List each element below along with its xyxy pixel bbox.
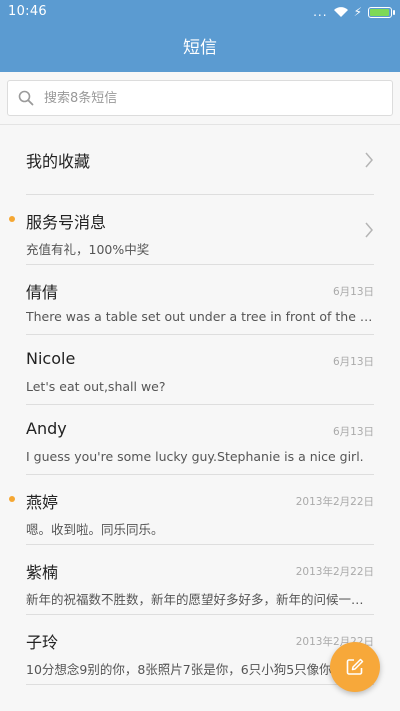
search-box[interactable] <box>7 80 393 116</box>
message-date: 6月13日 <box>332 426 374 438</box>
favorites-row[interactable]: 我的收藏 <box>0 125 400 195</box>
charging-bolt-icon: ⚡ <box>353 5 362 19</box>
wifi-icon <box>333 7 348 17</box>
status-bar: 10:46 ... ⚡ <box>0 0 400 24</box>
service-name: 服务号消息 <box>26 213 107 232</box>
compose-icon <box>346 658 364 675</box>
battery-icon <box>368 6 395 18</box>
unread-dot <box>9 496 15 502</box>
message-preview: There was a table set out under a tree i… <box>26 309 374 324</box>
favorites-label: 我的收藏 <box>26 152 91 171</box>
conversation-item[interactable]: Andy 6月13日 I guess you're some lucky guy.S… <box>0 405 400 475</box>
chevron-right-icon <box>365 222 373 238</box>
message-preview: 嗯。收到啦。同乐同乐。 <box>26 522 164 537</box>
conversation-list: 我的收藏 服务号消息 充值有礼，100%中奖 倩倩 6月13日 There was … <box>0 125 400 685</box>
service-preview: 充值有礼，100%中奖 <box>26 242 150 257</box>
signal-dots: ... <box>313 5 328 19</box>
message-date: 6月13日 <box>332 356 374 368</box>
contact-name: 燕婷 <box>26 493 59 512</box>
message-preview: Let's eat out,shall we? <box>26 379 166 394</box>
contact-name: 子玲 <box>26 633 59 652</box>
unread-dot <box>9 216 15 222</box>
message-date: 2013年2月22日 <box>295 566 374 578</box>
page-title: 短信 <box>0 24 400 72</box>
message-preview: 新年的祝福数不胜数，新年的愿望好多好多，新年的问候一条条 <box>26 592 374 607</box>
contact-name: Nicole <box>26 349 76 368</box>
search-bar <box>0 72 400 125</box>
message-preview: I guess you're some lucky guy.Stephanie … <box>26 449 364 464</box>
search-input[interactable] <box>44 81 374 115</box>
message-date: 6月13日 <box>332 286 374 298</box>
contact-name: Andy <box>26 419 67 438</box>
conversation-item[interactable]: 倩倩 6月13日 There was a table set out under a… <box>0 265 400 335</box>
status-icons: ... ⚡ <box>313 3 395 21</box>
message-preview: 10分想念9别的你，8张照片7张是你，6只小狗5只像你 <box>26 662 332 677</box>
battery-level <box>370 8 389 16</box>
chevron-right-icon <box>365 152 373 168</box>
conversation-item[interactable]: Nicole 6月13日 Let's eat out,shall we? <box>0 335 400 405</box>
conversation-item[interactable]: 紫楠 2013年2月22日新年的祝福数不胜数，新年的愿望好多好多，新年的问候一条条 <box>0 545 400 615</box>
contact-name: 倩倩 <box>26 283 59 302</box>
message-date: 2013年2月22日 <box>295 496 374 508</box>
conversation-item[interactable]: 燕婷 2013年2月22日嗯。收到啦。同乐同乐。 <box>0 475 400 545</box>
divider <box>26 684 374 685</box>
contact-name: 紫楠 <box>26 563 59 582</box>
service-messages-row[interactable]: 服务号消息 充值有礼，100%中奖 <box>0 195 400 265</box>
status-time: 10:46 <box>8 4 47 19</box>
compose-button[interactable] <box>330 642 380 692</box>
search-icon <box>18 90 34 106</box>
